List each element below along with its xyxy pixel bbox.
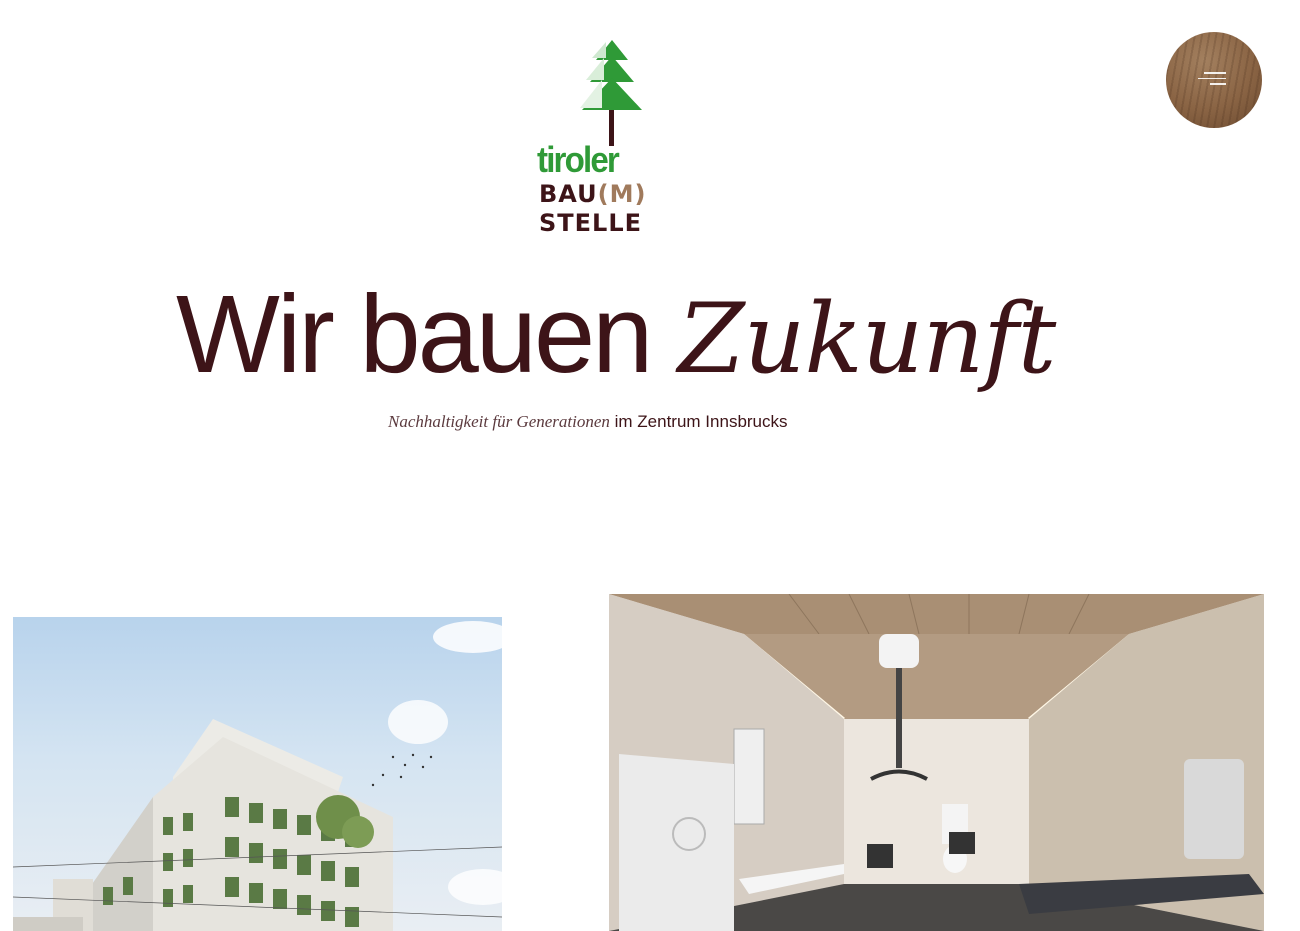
- logo-line-stelle: STELLE: [539, 209, 643, 237]
- fir-tree-icon: [580, 40, 642, 146]
- logo-line-bau: BAU(M): [539, 180, 647, 208]
- accessible-washroom-image[interactable]: [609, 594, 1264, 931]
- hero-subtitle-italic: Nachhaltigkeit für Generationen: [388, 412, 610, 431]
- hamburger-icon: [1198, 72, 1226, 86]
- site-logo[interactable]: tiroler BAU(M) STELLE: [536, 38, 660, 236]
- hero-title: Wir bauen Zukunft: [176, 270, 1156, 404]
- hero-title-accent: Zukunft: [677, 283, 1056, 395]
- logo-wordmark: tiroler: [537, 139, 620, 180]
- menu-button[interactable]: [1166, 32, 1262, 128]
- hero-subtitle: Nachhaltigkeit für Generationen im Zentr…: [388, 410, 908, 434]
- building-rendering-image[interactable]: [13, 617, 502, 931]
- hero-title-plain: Wir bauen: [176, 273, 678, 396]
- hero-subtitle-plain: im Zentrum Innsbrucks: [609, 412, 788, 431]
